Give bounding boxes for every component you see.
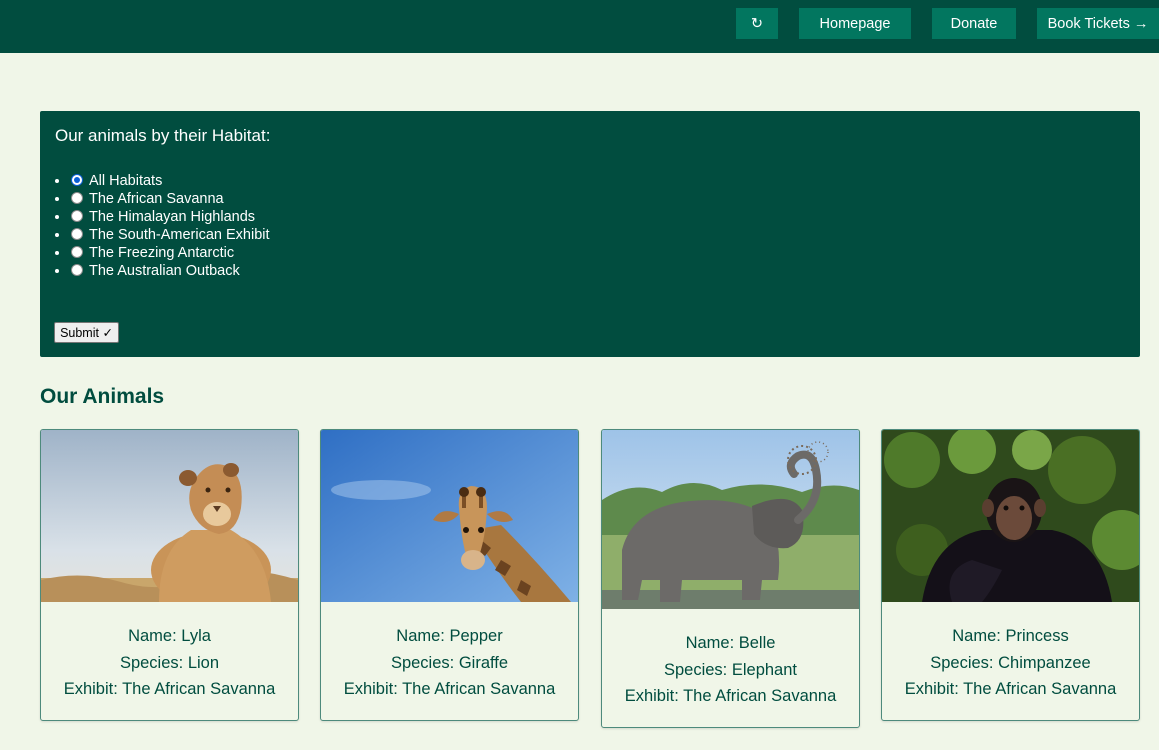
animal-card[interactable]: Name: Princess Species: Chimpanzee Exhib…: [881, 429, 1140, 721]
habitat-options-list: All Habitats The African Savanna The Him…: [55, 172, 270, 280]
animal-exhibit: Exhibit: The African Savanna: [343, 680, 556, 698]
book-tickets-button[interactable]: Book Tickets →: [1037, 8, 1159, 39]
habitat-option[interactable]: The Australian Outback: [55, 262, 270, 280]
animal-exhibit: Exhibit: The African Savanna: [63, 680, 276, 698]
animal-name: Name: Princess: [952, 627, 1069, 645]
animal-card[interactable]: Name: Belle Species: Elephant Exhibit: T…: [601, 429, 860, 728]
animal-card[interactable]: Name: Lyla Species: Lion Exhibit: The Af…: [40, 429, 299, 721]
habitat-radio-south-american[interactable]: [71, 228, 83, 240]
habitat-radio-australian-outback[interactable]: [71, 264, 83, 276]
homepage-button[interactable]: Homepage: [799, 8, 911, 39]
refresh-button[interactable]: ↻: [736, 8, 778, 39]
bullet-icon: [55, 269, 59, 273]
habitat-option[interactable]: The Himalayan Highlands: [55, 208, 270, 226]
habitat-radio-african-savanna[interactable]: [71, 192, 83, 204]
lion-image: [41, 430, 298, 602]
habitat-option-label[interactable]: The Australian Outback: [89, 263, 240, 279]
habitat-option[interactable]: All Habitats: [55, 172, 270, 190]
habitat-panel-title: Our animals by their Habitat:: [55, 126, 271, 145]
habitat-option-label[interactable]: The African Savanna: [89, 191, 224, 207]
animal-exhibit: Exhibit: The African Savanna: [904, 680, 1117, 698]
animal-name: Name: Belle: [685, 634, 776, 652]
animal-card-details: Name: Lyla Species: Lion Exhibit: The Af…: [41, 623, 298, 703]
bullet-icon: [55, 179, 59, 183]
habitat-option[interactable]: The South-American Exhibit: [55, 226, 270, 244]
bullet-icon: [55, 251, 59, 255]
habitat-radio-himalayan-highlands[interactable]: [71, 210, 83, 222]
habitat-option-label[interactable]: All Habitats: [89, 173, 162, 189]
animal-exhibit: Exhibit: The African Savanna: [624, 687, 837, 705]
animal-card-details: Name: Princess Species: Chimpanzee Exhib…: [882, 623, 1139, 703]
habitat-option[interactable]: The Freezing Antarctic: [55, 244, 270, 262]
section-title: Our Animals: [40, 385, 165, 408]
animal-card-details: Name: Belle Species: Elephant Exhibit: T…: [602, 630, 859, 710]
submit-button[interactable]: Submit ✓: [54, 322, 119, 343]
animal-name: Name: Lyla: [128, 627, 211, 645]
animal-name: Name: Pepper: [396, 627, 503, 645]
animal-species: Species: Lion: [119, 653, 220, 672]
habitat-radio-all[interactable]: [71, 174, 83, 186]
giraffe-image: [321, 430, 578, 602]
habitat-option-label[interactable]: The South-American Exhibit: [89, 227, 270, 243]
refresh-icon: ↻: [750, 15, 764, 32]
habitat-option-label[interactable]: The Himalayan Highlands: [89, 209, 255, 225]
habitat-radio-freezing-antarctic[interactable]: [71, 246, 83, 258]
chimpanzee-image: [882, 430, 1139, 602]
top-nav-bar: ↻ Homepage Donate Book Tickets →: [0, 0, 1159, 53]
animal-species: Species: Elephant: [663, 660, 797, 679]
donate-button[interactable]: Donate: [932, 8, 1016, 39]
habitat-filter-panel: Our animals by their Habitat: All Habita…: [40, 111, 1140, 357]
bullet-icon: [55, 233, 59, 237]
animal-card-details: Name: Pepper Species: Giraffe Exhibit: T…: [321, 623, 578, 703]
animal-species: Species: Chimpanzee: [930, 653, 1091, 672]
animal-card[interactable]: Name: Pepper Species: Giraffe Exhibit: T…: [320, 429, 579, 721]
bullet-icon: [55, 197, 59, 201]
habitat-option-label[interactable]: The Freezing Antarctic: [89, 245, 234, 261]
habitat-option[interactable]: The African Savanna: [55, 190, 270, 208]
bullet-icon: [55, 215, 59, 219]
animal-species: Species: Giraffe: [390, 653, 509, 672]
elephant-image: [602, 430, 859, 609]
